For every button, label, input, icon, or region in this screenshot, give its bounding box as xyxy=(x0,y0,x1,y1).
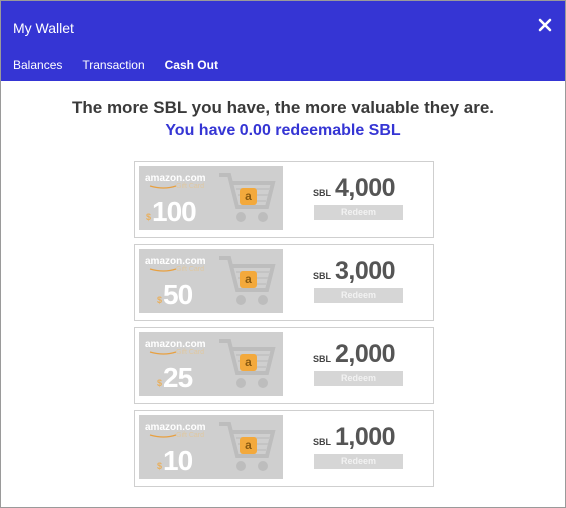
gift-card-label: Gift Card xyxy=(176,266,205,273)
amazon-gift-card-image: amazon.com Gift Card a $ 10 xyxy=(139,415,283,479)
sbl-amount: 2,000 xyxy=(335,340,396,368)
sbl-unit: SBL xyxy=(313,354,331,364)
gift-card-value: 50 xyxy=(163,279,193,310)
gift-card-label: Gift Card xyxy=(176,183,205,190)
redeem-button[interactable]: Redeem xyxy=(314,454,403,469)
gift-card-option: amazon.com Gift Card a $ 100 SBL 4,000 R… xyxy=(134,161,434,238)
gift-card-currency: $ xyxy=(146,212,152,222)
gift-card-label: Gift Card xyxy=(176,432,205,439)
sbl-amount: 3,000 xyxy=(335,257,396,285)
gift-card-label: Gift Card xyxy=(176,349,205,356)
close-icon[interactable] xyxy=(537,17,553,33)
gift-card-currency: $ xyxy=(157,461,163,471)
sbl-cost: SBL 1,000 xyxy=(313,423,396,452)
tab-cash-out[interactable]: Cash Out xyxy=(165,58,218,72)
wallet-header: My Wallet Balances Transaction Cash Out xyxy=(1,1,565,81)
gift-card-value: 10 xyxy=(163,445,193,476)
gift-card-value: 25 xyxy=(163,362,193,393)
smile-arrow-icon xyxy=(149,185,177,189)
gift-card-currency: $ xyxy=(157,295,163,305)
sbl-amount: 4,000 xyxy=(335,174,396,202)
redeemable-balance: You have 0.00 redeemable SBL xyxy=(165,122,401,139)
wallet-dialog: My Wallet Balances Transaction Cash Out … xyxy=(0,0,566,508)
amazon-gift-card-image: amazon.com Gift Card a $ 25 xyxy=(139,332,283,396)
smile-arrow-icon xyxy=(149,434,177,438)
sbl-amount: 1,000 xyxy=(335,423,396,451)
sbl-cost: SBL 3,000 xyxy=(313,257,396,286)
amazon-gift-card-image: amazon.com Gift Card a $ 100 xyxy=(139,166,283,230)
dialog-title: My Wallet xyxy=(13,20,74,36)
amazon-box-icon: a xyxy=(240,188,257,205)
smile-arrow-icon xyxy=(149,351,177,355)
redeem-button[interactable]: Redeem xyxy=(314,288,403,303)
gift-card-value: 100 xyxy=(152,196,197,227)
gift-card-option: amazon.com Gift Card a $ 25 SBL 2,000 Re… xyxy=(134,327,434,404)
cashout-headline: The more SBL you have, the more valuable… xyxy=(72,98,494,117)
redeem-button[interactable]: Redeem xyxy=(314,371,403,386)
gift-card-option: amazon.com Gift Card a $ 10 SBL 1,000 Re… xyxy=(134,410,434,487)
smile-arrow-icon xyxy=(149,268,177,272)
gift-card-currency: $ xyxy=(157,378,163,388)
sbl-cost: SBL 4,000 xyxy=(313,174,396,203)
gift-card-option: amazon.com Gift Card a $ 50 SBL 3,000 Re… xyxy=(134,244,434,321)
amazon-box-icon: a xyxy=(240,271,257,288)
tab-balances[interactable]: Balances xyxy=(13,58,62,72)
redeem-button[interactable]: Redeem xyxy=(314,205,403,220)
sbl-unit: SBL xyxy=(313,437,331,447)
amazon-gift-card-image: amazon.com Gift Card a $ 50 xyxy=(139,249,283,313)
gift-card-list: amazon.com Gift Card a $ 100 SBL 4,000 R… xyxy=(134,161,434,493)
cashout-panel: The more SBL you have, the more valuable… xyxy=(1,81,565,141)
sbl-unit: SBL xyxy=(313,271,331,281)
tab-bar: Balances Transaction Cash Out xyxy=(13,58,218,72)
sbl-unit: SBL xyxy=(313,188,331,198)
amazon-box-icon: a xyxy=(240,354,257,371)
tab-transaction[interactable]: Transaction xyxy=(82,58,144,72)
amazon-box-icon: a xyxy=(240,437,257,454)
sbl-cost: SBL 2,000 xyxy=(313,340,396,369)
